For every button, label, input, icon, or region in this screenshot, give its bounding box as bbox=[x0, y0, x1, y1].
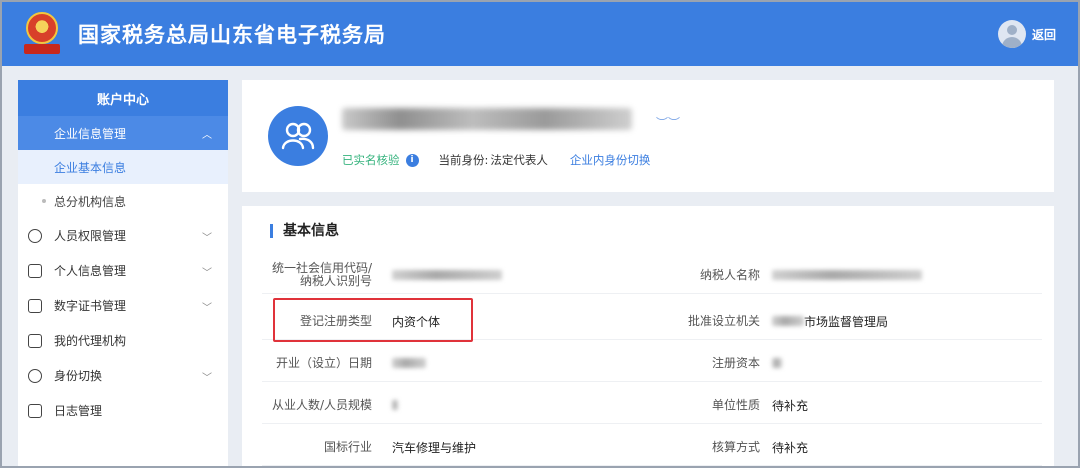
sidebar-item-label: 数字证书管理 bbox=[54, 299, 127, 313]
verified-status: 已实名核验 bbox=[342, 153, 400, 167]
sidebar-item-enterprise-basic-info[interactable]: 企业基本信息 bbox=[18, 150, 228, 184]
verification-row: 已实名核验 i 当前身份: 法定代表人 企业内身份切换 bbox=[342, 152, 650, 168]
sidebar: 账户中心 企业信息管理 ︿ 企业基本信息 总分机构信息 人员权限管理 ﹀ 个人信… bbox=[18, 80, 228, 466]
sidebar-item-personal-info[interactable]: 个人信息管理 ﹀ bbox=[18, 253, 228, 288]
switch-icon bbox=[28, 368, 42, 383]
user-shield-icon bbox=[28, 228, 42, 243]
industry-value: 汽车修理与维护 bbox=[392, 440, 477, 455]
chevron-down-icon: ﹀ bbox=[202, 373, 212, 384]
sidebar-group-label: 企业信息管理 bbox=[54, 126, 127, 141]
info-row: 统一社会信用代码/纳税人识别号 纳税人名称 bbox=[262, 256, 1042, 294]
taxpayer-name-redacted bbox=[342, 108, 632, 130]
chevron-down-icon: ﹀ bbox=[202, 268, 212, 279]
section-title: 基本信息 bbox=[270, 224, 339, 238]
app-frame: 国家税务总局山东省电子税务局 返回 账户中心 企业信息管理 ︿ 企业基本信息 总… bbox=[0, 0, 1080, 468]
sidebar-item-personnel-permissions[interactable]: 人员权限管理 ﹀ bbox=[18, 218, 228, 253]
sidebar-item-label: 我的代理机构 bbox=[54, 334, 127, 348]
field-label: 国标行业 bbox=[323, 439, 372, 454]
sidebar-item-label: 日志管理 bbox=[54, 404, 103, 418]
identity-value: 法定代表人 bbox=[490, 153, 548, 167]
info-row: 开业（设立）日期 注册资本 bbox=[262, 344, 1042, 382]
sidebar-item-branch-info[interactable]: 总分机构信息 bbox=[18, 184, 228, 218]
field-label: 批准设立机关 bbox=[687, 313, 760, 328]
id-card-icon bbox=[28, 263, 42, 278]
info-row: 国标行业 汽车修理与维护 核算方式 待补充 bbox=[262, 428, 1042, 466]
sidebar-item-label: 企业基本信息 bbox=[54, 160, 127, 175]
chevron-down-icon: ﹀ bbox=[202, 233, 212, 244]
field-label: 统一社会信用代码/纳税人识别号 bbox=[271, 261, 372, 288]
identity-switch-link[interactable]: 企业内身份切换 bbox=[570, 152, 651, 168]
info-row: 从业人数/人员规模 单位性质 待补充 bbox=[262, 386, 1042, 424]
site-title: 国家税务总局山东省电子税务局 bbox=[78, 23, 386, 47]
field-label: 从业人数/人员规模 bbox=[271, 397, 372, 412]
tax-emblem-icon bbox=[22, 12, 62, 56]
field-label: 开业（设立）日期 bbox=[275, 355, 372, 370]
bullet-dot-icon bbox=[42, 199, 46, 203]
chevron-up-icon: ︿ bbox=[202, 130, 212, 141]
user-avatar-icon[interactable] bbox=[997, 20, 1026, 48]
sidebar-item-identity-switch[interactable]: 身份切换 ﹀ bbox=[18, 358, 228, 393]
eye-closed-icon[interactable]: ︶︶ bbox=[656, 114, 680, 131]
approval-authority-text: 市场监督管理局 bbox=[804, 314, 889, 329]
enterprise-avatar-icon bbox=[268, 106, 328, 166]
sidebar-item-my-agency[interactable]: 我的代理机构 bbox=[18, 323, 228, 358]
approval-authority-value: 市场监督管理局 bbox=[772, 302, 1032, 340]
field-label: 核算方式 bbox=[711, 439, 760, 454]
field-label: 纳税人名称 bbox=[699, 267, 760, 282]
registered-capital-value bbox=[772, 344, 1032, 382]
accounting-method-value: 待补充 bbox=[772, 440, 809, 455]
sidebar-item-label: 人员权限管理 bbox=[54, 229, 127, 243]
agency-icon bbox=[28, 333, 42, 348]
open-date-value bbox=[392, 344, 642, 382]
profile-card: ︶︶ 已实名核验 i 当前身份: 法定代表人 企业内身份切换 bbox=[242, 80, 1054, 192]
highlight-annotation bbox=[273, 298, 473, 342]
info-icon[interactable]: i bbox=[405, 153, 419, 167]
field-label: 单位性质 bbox=[711, 397, 760, 412]
sidebar-item-digital-certificate[interactable]: 数字证书管理 ﹀ bbox=[18, 288, 228, 323]
log-icon bbox=[28, 403, 42, 418]
employee-count-value bbox=[392, 386, 642, 424]
identity-label: 当前身份: bbox=[438, 153, 489, 167]
field-label: 注册资本 bbox=[711, 355, 760, 370]
back-link[interactable]: 返回 bbox=[1032, 26, 1056, 43]
sidebar-item-label: 个人信息管理 bbox=[54, 264, 127, 278]
top-header: 国家税务总局山东省电子税务局 返回 bbox=[2, 2, 1078, 66]
sidebar-group-enterprise-info[interactable]: 企业信息管理 ︿ bbox=[18, 116, 228, 150]
sidebar-item-log-management[interactable]: 日志管理 bbox=[18, 393, 228, 428]
chevron-down-icon: ﹀ bbox=[202, 303, 212, 314]
user-area[interactable]: 返回 bbox=[997, 20, 1056, 48]
sidebar-item-label: 总分机构信息 bbox=[54, 194, 127, 209]
unit-nature-value: 待补充 bbox=[772, 398, 809, 413]
credit-code-value bbox=[392, 256, 642, 294]
sidebar-item-label: 身份切换 bbox=[54, 369, 103, 383]
certificate-icon bbox=[28, 298, 42, 313]
taxpayer-name-value bbox=[772, 256, 1032, 294]
sidebar-title: 账户中心 bbox=[18, 80, 228, 116]
